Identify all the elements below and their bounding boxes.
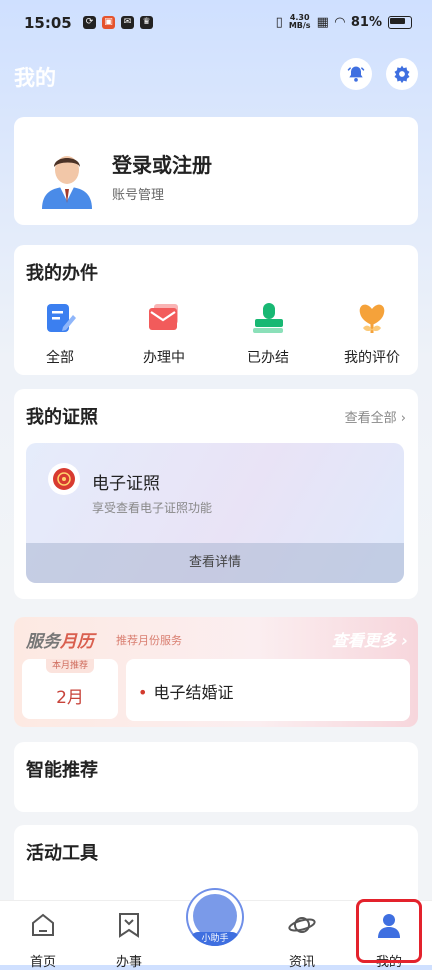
view-all-licenses-link[interactable]: 查看全部 › (345, 407, 406, 426)
chevron-circle-icon: › (401, 631, 408, 650)
license-seal-icon (48, 463, 80, 495)
work-my-review-label: 我的评价 (344, 350, 400, 366)
status-time: 15:05 (24, 14, 72, 32)
current-month: 2月 (56, 688, 84, 708)
service-calendar-subtitle: 推荐月份服务 (116, 634, 182, 647)
gear-icon (394, 65, 410, 84)
mail-icon (149, 304, 178, 330)
tab-news-label: 资讯 (288, 955, 315, 970)
network-speed: 4.30 MB/s (289, 14, 311, 30)
e-license-card[interactable]: 电子证照 享受查看电子证照功能 查看详情 (26, 443, 404, 583)
work-all-label: 全部 (46, 350, 74, 366)
smart-recommend-title: 智能推荐 (26, 760, 98, 781)
sim-icon: ▦ (316, 14, 329, 30)
app-notification-icon: ▣ (102, 16, 115, 29)
view-details-button[interactable]: 查看详情 (26, 543, 404, 583)
work-processing-label: 办理中 (143, 350, 185, 366)
tab-home-label: 首页 (29, 955, 56, 970)
notification-button[interactable] (340, 58, 372, 90)
work-all[interactable]: 全部 (20, 301, 100, 367)
view-all-label: 查看全部 (344, 411, 397, 426)
tab-services-label: 办事 (115, 955, 142, 970)
work-processing[interactable]: 办理中 (124, 301, 204, 367)
view-more-link[interactable]: 查看更多 › (332, 627, 408, 651)
service-calendar-title-part2: 月历 (60, 632, 94, 652)
page-title: 我的 (14, 66, 56, 90)
edit-document-icon (47, 304, 76, 332)
active-tab-highlight (356, 899, 422, 963)
home-icon (32, 913, 54, 936)
crown-icon: ♛ (140, 16, 153, 29)
sync-icon: ⟳ (83, 16, 96, 29)
battery-icon (388, 15, 412, 29)
tab-services[interactable]: 办事 (99, 911, 159, 970)
recommend-item[interactable]: 电子结婚证 (138, 679, 233, 703)
activity-tools-title: 活动工具 (26, 843, 98, 864)
tab-news[interactable]: 资讯 (272, 911, 332, 970)
e-license-subtitle: 享受查看电子证照功能 (92, 501, 213, 515)
work-my-review[interactable]: 我的评价 (332, 301, 412, 367)
month-box: 本月推荐 2月 (22, 659, 118, 719)
my-works-title: 我的办件 (26, 263, 98, 284)
smart-recommend-card: 智能推荐 (14, 742, 418, 812)
account-management-label[interactable]: 账号管理 (112, 184, 164, 203)
planet-icon (288, 917, 316, 933)
my-licenses-card: 我的证照 查看全部 › 电子证照 享受查看电子证照功能 查看详情 (14, 389, 418, 599)
vibrate-icon: ▯ (275, 14, 283, 30)
network-speed-unit: MB/s (288, 21, 311, 30)
service-calendar-title-part1: 服务 (26, 632, 60, 652)
status-bar: 15:05 ⟳ ▣ ✉ ♛ ▯ 4.30 MB/s ▦ ◠ 81% (0, 0, 432, 44)
assistant-label: 小助手 (191, 932, 239, 946)
recommend-list: 电子结婚证 (126, 659, 410, 721)
battery-percent: 81% (350, 14, 382, 30)
avatar (42, 156, 92, 209)
settings-button[interactable] (386, 58, 418, 90)
notification-icons: ⟳ ▣ ✉ ♛ (83, 16, 153, 29)
view-more-label: 查看更多 (331, 631, 396, 650)
login-register-link[interactable]: 登录或注册 (112, 149, 212, 178)
my-works-card: 我的办件 全部 办理中 已办结 我的评价 (14, 245, 418, 375)
month-recommend-badge: 本月推荐 (46, 659, 94, 673)
message-icon: ✉ (121, 16, 134, 29)
flower-icon (359, 304, 385, 333)
chevron-right-icon: › (400, 411, 406, 426)
user-card[interactable]: 登录或注册 账号管理 (14, 117, 418, 225)
status-right: ▯ 4.30 MB/s ▦ ◠ 81% (276, 14, 412, 30)
work-completed[interactable]: 已办结 (228, 301, 308, 367)
work-completed-label: 已办结 (247, 350, 289, 366)
wifi-icon: ◠ (334, 14, 345, 30)
assistant-button[interactable]: 小助手 (186, 888, 244, 946)
bell-icon (347, 66, 365, 82)
my-licenses-title: 我的证照 (26, 407, 98, 428)
e-license-title: 电子证照 (92, 474, 160, 494)
bookmark-icon (119, 913, 139, 938)
tab-home[interactable]: 首页 (13, 911, 73, 970)
service-calendar-card: 服务月历 推荐月份服务 查看更多 › 本月推荐 2月 电子结婚证 (14, 617, 418, 727)
service-calendar-title: 服务月历 (26, 627, 94, 652)
stamp-icon (253, 303, 283, 333)
